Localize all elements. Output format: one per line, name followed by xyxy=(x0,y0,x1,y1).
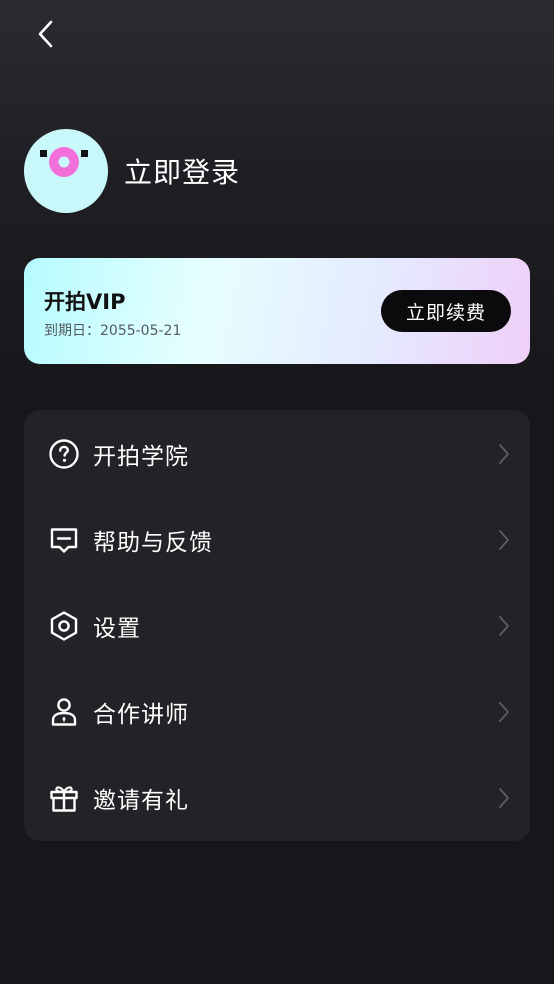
menu-item-invite-gift[interactable]: 邀请有礼 xyxy=(24,755,530,841)
chevron-left-icon xyxy=(38,20,53,48)
feedback-message-icon xyxy=(48,524,80,556)
menu-item-help-feedback[interactable]: 帮助与反馈 xyxy=(24,497,530,583)
chevron-right-icon xyxy=(496,442,512,466)
chevron-right-icon xyxy=(496,614,512,638)
vip-expire-date: 到期日：2055-05-21 xyxy=(44,323,182,339)
profile-page: 立即登录 开拍VIP 到期日：2055-05-21 立即续费 开拍学院 帮助与反… xyxy=(0,0,554,984)
settings-hexagon-icon xyxy=(48,610,80,642)
donut-avatar-icon xyxy=(40,147,88,177)
menu-item-label: 帮助与反馈 xyxy=(93,530,213,556)
chevron-right-icon xyxy=(496,700,512,724)
menu-item-lecturer[interactable]: 合作讲师 xyxy=(24,669,530,755)
profile-header: 立即登录 xyxy=(24,129,240,213)
menu-item-label: 合作讲师 xyxy=(93,702,189,728)
chevron-right-icon xyxy=(496,786,512,810)
renew-button[interactable]: 立即续费 xyxy=(381,290,511,332)
question-circle-icon xyxy=(48,438,80,470)
login-link[interactable]: 立即登录 xyxy=(124,151,240,191)
menu-item-settings[interactable]: 设置 xyxy=(24,583,530,669)
menu-item-label: 开拍学院 xyxy=(93,444,189,470)
vip-title: 开拍VIP xyxy=(44,290,126,314)
chevron-right-icon xyxy=(496,528,512,552)
avatar[interactable] xyxy=(24,129,108,213)
menu-list: 开拍学院 帮助与反馈 设置 合作讲师 邀请有礼 xyxy=(24,410,530,841)
menu-item-academy[interactable]: 开拍学院 xyxy=(24,411,530,497)
lecturer-person-icon xyxy=(48,696,80,728)
menu-item-label: 邀请有礼 xyxy=(93,788,189,814)
back-button[interactable] xyxy=(26,14,66,54)
vip-card[interactable]: 开拍VIP 到期日：2055-05-21 立即续费 xyxy=(24,258,530,364)
menu-item-label: 设置 xyxy=(93,616,141,642)
gift-icon xyxy=(48,782,80,814)
